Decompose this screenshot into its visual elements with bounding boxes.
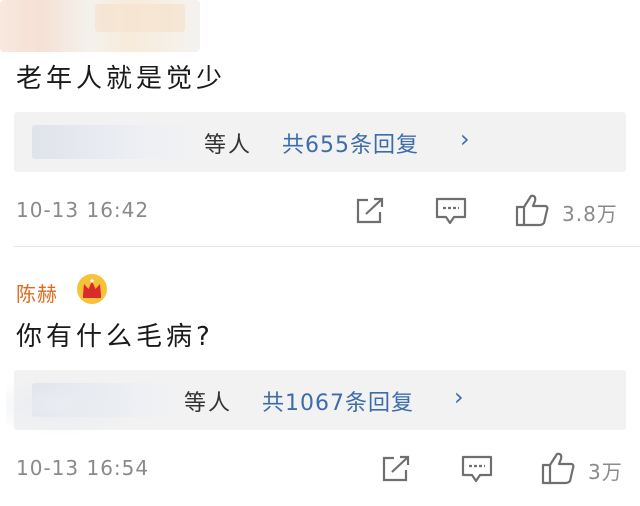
- reply-summary[interactable]: 等人 共655条回复 ›: [14, 112, 626, 172]
- reply-tail-text: 等人: [184, 391, 233, 416]
- thumbs-up-icon[interactable]: [540, 451, 576, 489]
- reply-count-link[interactable]: 共1067条回复: [262, 385, 414, 417]
- comment-body: 你有什么毛病?: [16, 322, 214, 352]
- timestamp: 10-13 16:54: [16, 456, 150, 480]
- comment-divider: [14, 246, 640, 247]
- comment-icon[interactable]: [434, 196, 468, 230]
- redacted-reply-names: [32, 125, 202, 159]
- crown-icon: [76, 273, 108, 309]
- blurred-avatar-patch: [95, 4, 185, 32]
- reply-count-link[interactable]: 共655条回复: [282, 127, 419, 159]
- share-icon[interactable]: [354, 196, 386, 230]
- comment-icon[interactable]: [460, 454, 494, 488]
- chevron-right-icon[interactable]: ›: [460, 125, 470, 153]
- timestamp: 10-13 16:42: [16, 198, 150, 222]
- thumbs-up-icon[interactable]: [514, 193, 550, 231]
- share-icon[interactable]: [380, 454, 412, 488]
- blurred-overlay: [6, 376, 146, 436]
- like-count: 3万: [588, 460, 623, 484]
- comment-body: 老年人就是觉少: [16, 64, 227, 94]
- chevron-right-icon[interactable]: ›: [454, 383, 464, 411]
- username[interactable]: 陈赫: [16, 278, 58, 307]
- reply-tail-text: 等人: [204, 133, 253, 158]
- like-count: 3.8万: [562, 202, 618, 226]
